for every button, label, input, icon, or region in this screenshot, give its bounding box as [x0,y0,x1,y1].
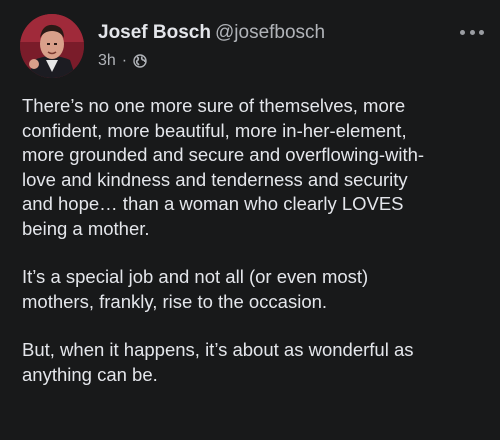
more-dot [469,29,475,35]
more-dot [479,29,484,35]
post-time[interactable]: 3h [98,52,116,70]
globe-icon [133,54,147,68]
post-body: There’s no one more sure of themselves, … [22,94,492,411]
post-meta: 3h · [98,52,147,70]
author-handle[interactable]: @josefbosch [215,22,325,44]
meta-separator: · [121,52,128,69]
more-dot [460,29,465,35]
more-options-icon[interactable] [460,26,484,38]
post-paragraph: But, when it happens, it’s about as wond… [22,339,414,385]
avatar[interactable] [20,14,84,78]
post-paragraph: There’s no one more sure of themselves, … [22,95,425,239]
post-paragraph: It’s a special job and not all (or even … [22,266,369,312]
author-name[interactable]: Josef Bosch [98,22,211,44]
post-card: Josef Bosch @josefbosch 3h · There’s no … [0,0,500,440]
